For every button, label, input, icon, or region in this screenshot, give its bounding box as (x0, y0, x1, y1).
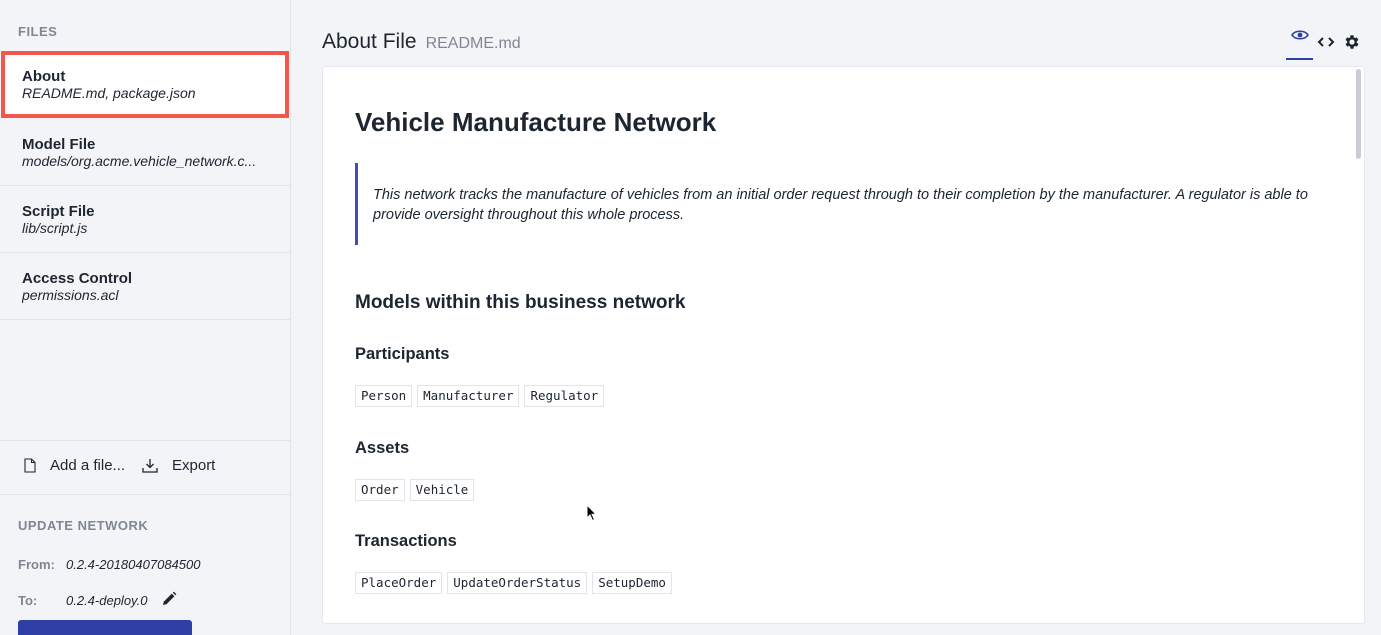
page-title: About File README.md (322, 30, 521, 54)
update-network-heading: UPDATE NETWORK (18, 518, 149, 533)
code-toggle[interactable] (1313, 30, 1339, 54)
add-file-label: Add a file... (50, 457, 126, 474)
to-version-row: To: 0.2.4-deploy.0 (18, 591, 177, 610)
assets-heading: Assets (355, 439, 410, 457)
transaction-tag: SetupDemo (592, 572, 672, 594)
sidebar: FILES About README.md, package.json Mode… (0, 0, 291, 635)
file-item-subtitle: models/org.acme.vehicle_network.c... (22, 153, 257, 169)
to-label: To: (18, 593, 38, 608)
readme-preview-panel: Vehicle Manufacture Network This network… (322, 66, 1365, 624)
preview-toggle[interactable] (1286, 24, 1313, 60)
pencil-icon[interactable] (161, 591, 177, 610)
participants-heading: Participants (355, 345, 450, 363)
file-item-title: Model File (22, 136, 96, 153)
participant-tag: Person (355, 385, 413, 407)
file-item-title: About (22, 68, 66, 85)
deploy-button[interactable] (18, 620, 192, 635)
download-icon (142, 459, 158, 473)
eye-icon (1290, 30, 1309, 40)
file-item-about[interactable]: About README.md, package.json (1, 51, 289, 118)
page-title-filename: README.md (425, 35, 521, 52)
scrollbar[interactable] (1356, 69, 1361, 159)
participant-tag: Regulator (524, 385, 605, 407)
view-toolbar (1286, 24, 1365, 60)
models-heading: Models within this business network (355, 292, 686, 313)
gear-icon (1345, 35, 1359, 49)
transactions-heading: Transactions (355, 532, 457, 550)
files-heading: FILES (18, 24, 58, 39)
to-version: 0.2.4-deploy.0 (66, 593, 148, 608)
from-label: From: (18, 557, 55, 572)
file-item-subtitle: permissions.acl (22, 287, 119, 303)
file-icon (24, 458, 36, 473)
from-version-row: From: 0.2.4-20180407084500 (18, 557, 200, 572)
from-version: 0.2.4-20180407084500 (66, 557, 201, 572)
participant-tag: Manufacturer (417, 385, 520, 407)
file-item-model[interactable]: Model File models/org.acme.vehicle_netwo… (0, 119, 290, 186)
asset-tag: Order (355, 479, 405, 501)
file-item-subtitle: README.md, package.json (22, 85, 196, 101)
participants-list: Person Manufacturer Regulator (355, 385, 609, 407)
file-list: About README.md, package.json Model File… (0, 51, 290, 320)
document-description: This network tracks the manufacture of v… (355, 163, 1315, 245)
file-item-script[interactable]: Script File lib/script.js (0, 186, 290, 253)
transaction-tag: UpdateOrderStatus (447, 572, 588, 594)
file-actions: Add a file... Export (0, 440, 290, 495)
asset-tag: Vehicle (409, 479, 475, 501)
mouse-cursor-icon (586, 504, 598, 522)
document-title: Vehicle Manufacture Network (355, 107, 717, 137)
code-icon (1317, 37, 1335, 47)
file-item-access-control[interactable]: Access Control permissions.acl (0, 253, 290, 320)
export-label: Export (172, 457, 216, 474)
settings-button[interactable] (1339, 30, 1365, 54)
transactions-list: PlaceOrder UpdateOrderStatus SetupDemo (355, 572, 677, 594)
file-item-title: Access Control (22, 270, 133, 287)
add-file-button[interactable]: Add a file... (24, 457, 125, 474)
transaction-tag: PlaceOrder (355, 572, 443, 594)
file-item-title: Script File (22, 203, 95, 220)
page-title-text: About File (322, 30, 417, 53)
export-button[interactable]: Export (142, 457, 215, 474)
file-item-subtitle: lib/script.js (22, 220, 88, 236)
assets-list: Order Vehicle (355, 479, 479, 501)
